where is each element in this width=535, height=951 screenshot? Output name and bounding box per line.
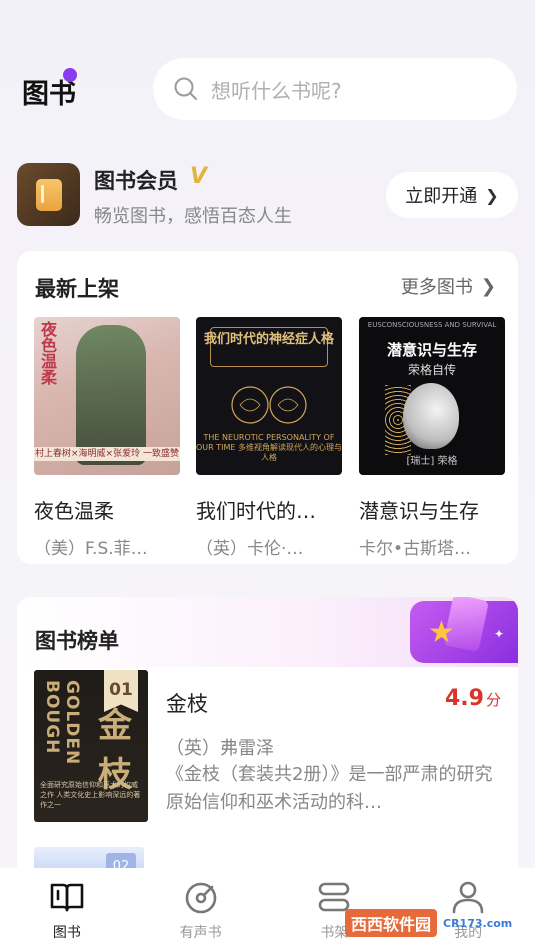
- chevron-right-icon: ❯: [485, 185, 499, 205]
- vip-badge-icon: V: [190, 164, 208, 189]
- cover-title: 潜意识与生存: [386, 341, 477, 359]
- ranking-badge-icon: ★ ✦: [410, 597, 518, 663]
- cover-band: 村上春树×海明威×张爱玲 一致盛赞: [34, 447, 180, 461]
- open-membership-label: 立即开通: [405, 186, 478, 207]
- cover-subtitle: THE NEUROTIC PERSONALITY OF OUR TIME 多维视…: [196, 433, 342, 462]
- search-icon: [174, 77, 197, 100]
- member-title: 图书会员: [94, 169, 178, 193]
- section-title-newest: 最新上架: [35, 277, 119, 301]
- tab-label: 图书: [52, 925, 81, 941]
- book-author: （英）弗雷泽: [166, 738, 274, 759]
- section-title-ranking: 图书榜单: [35, 629, 119, 653]
- book-title: 金枝: [166, 692, 208, 716]
- open-membership-button[interactable]: 立即开通 ❯: [386, 172, 518, 218]
- book-description: 《金枝（套装共2册）》是一部严肃的研究原始信仰和巫术活动的科…: [166, 764, 493, 813]
- cover-subtitle: 全面研究原始信仰和巫术的权威之作 人类文化史上影响深远的著作之一: [40, 781, 141, 809]
- tab-label: 有声书: [179, 925, 222, 941]
- book-ranking-section: ★ ✦ 图书榜单 GOLDEN BOUGH 金枝 全面研究原始信仰和巫术的权威之…: [17, 597, 518, 887]
- book-cover: EUSCONSCIOUSNESS AND SURVIVAL 潜意识与生存 荣格自…: [359, 317, 505, 475]
- book-card[interactable]: 我们时代的神经症人格 THE NEUROTIC PERSONALITY OF O…: [196, 317, 342, 559]
- cover-subtitle: 荣格自传: [407, 363, 456, 377]
- tab-books[interactable]: 图书: [0, 868, 134, 951]
- cover-title: 夜色温柔: [38, 321, 57, 385]
- cover-author: [瑞士] 荣格: [406, 456, 458, 467]
- member-logo-icon: [17, 163, 80, 226]
- book-title: 潜意识与生存: [359, 499, 479, 523]
- book-title: 我们时代的…: [196, 499, 316, 523]
- book-title: 夜色温柔: [34, 499, 114, 523]
- book-card[interactable]: 夜色温柔 村上春树×海明威×张爱玲 一致盛赞 夜色温柔 （美）F.S.菲…: [34, 317, 180, 559]
- book-cover: 我们时代的神经症人格 THE NEUROTIC PERSONALITY OF O…: [196, 317, 342, 475]
- notification-dot: [63, 68, 77, 82]
- more-books-link[interactable]: 更多图书 ❯: [401, 273, 496, 299]
- cover-top-text: EUSCONSCIOUSNESS AND SURVIVAL: [367, 321, 497, 329]
- ranking-header: ★ ✦ 图书榜单: [17, 597, 518, 667]
- book-icon: [50, 883, 84, 912]
- book-cover: 夜色温柔 村上春树×海明威×张爱玲 一致盛赞: [34, 317, 180, 475]
- watermark-logo: 西西软件园 CR173.com: [345, 906, 515, 940]
- audio-disc-icon: [185, 882, 216, 914]
- newest-books-section: 最新上架 更多图书 ❯ 夜色温柔 村上春树×海明威×张爱玲 一致盛赞 夜色温柔 …: [17, 251, 518, 564]
- search-placeholder: 想听什么书呢?: [211, 78, 342, 103]
- member-banner: 图书会员 V 畅览图书，感悟百态人生 立即开通 ❯: [0, 160, 535, 232]
- heads-illustration-icon: [231, 386, 307, 424]
- book-author: （美）F.S.菲…: [34, 539, 148, 559]
- book-author: （英）卡伦·…: [196, 539, 304, 559]
- chevron-right-icon: ❯: [480, 275, 496, 297]
- book-author: 卡尔•古斯塔…: [359, 539, 472, 559]
- header: 图书 想听什么书呢?: [0, 58, 535, 120]
- more-books-label: 更多图书: [400, 277, 473, 298]
- book-score: 4.9 分: [445, 686, 501, 711]
- face-illustration-icon: [403, 383, 459, 449]
- cover-title: 我们时代的神经症人格: [203, 332, 334, 347]
- search-bar[interactable]: 想听什么书呢?: [153, 58, 517, 120]
- book-card[interactable]: EUSCONSCIOUSNESS AND SURVIVAL 潜意识与生存 荣格自…: [359, 317, 505, 559]
- tab-audiobooks[interactable]: 有声书: [134, 868, 268, 951]
- member-subtitle: 畅览图书，感悟百态人生: [94, 206, 292, 227]
